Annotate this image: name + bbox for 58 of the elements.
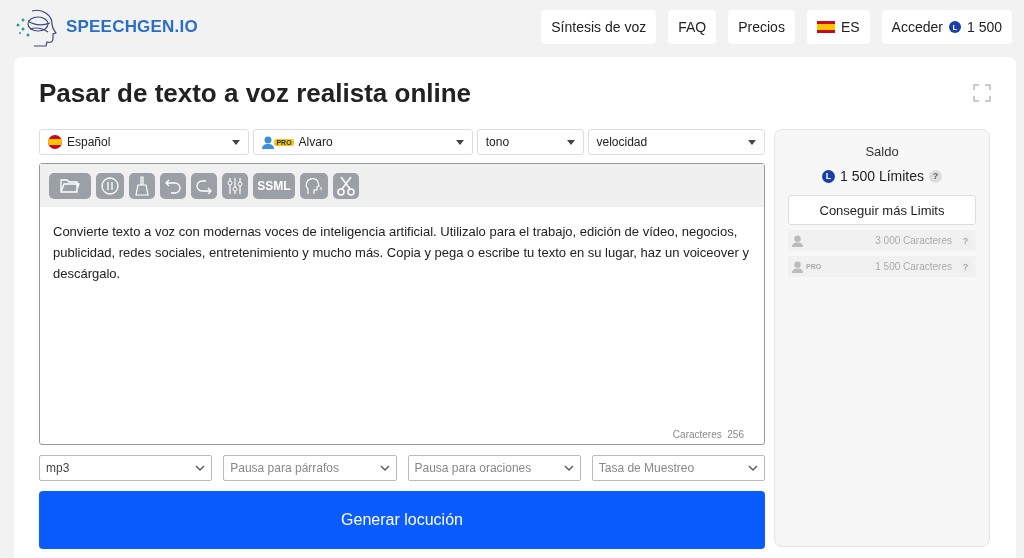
dropdown[interactable]: Tasa de Muestreo <box>591 455 765 481</box>
dropdown[interactable]: tono <box>476 129 584 155</box>
text-editor[interactable] <box>39 163 765 445</box>
pause-icon <box>100 175 120 196</box>
chevron-icon <box>563 465 574 471</box>
person-icon <box>262 135 275 149</box>
broom-icon <box>134 175 150 196</box>
voice-button[interactable] <box>300 172 328 199</box>
character-limit: 1 500 Caracteres <box>874 261 952 272</box>
person-icon <box>792 234 803 247</box>
caret-icon <box>748 139 756 145</box>
editor-text: Convierte texto a voz con modernas voces de inteligencia artificial. Utilizalo para el trabajo, edición de vídeo, negocios, publicidad, redes sociales, entretenimiento y mucho más. Copia y pega o escribe tu texto en su lugar, haz un voiceover y descárgalo. <box>52 223 750 283</box>
dropdown[interactable]: Pausa para párrafos <box>223 455 397 481</box>
redo-icon <box>196 177 212 194</box>
coin-amount: 1 500 <box>966 19 1002 35</box>
undo-icon <box>165 177 181 194</box>
nav-button[interactable]: FAQ <box>668 10 717 44</box>
clean-button[interactable] <box>129 172 155 199</box>
sliders-icon <box>227 176 243 195</box>
nav-button[interactable]: Acceder L 1 500 <box>881 10 1012 44</box>
chevron-icon <box>195 465 206 471</box>
logo-head-icon <box>14 7 60 47</box>
nav-button[interactable]: ES <box>806 10 870 44</box>
cut-button[interactable] <box>333 172 359 199</box>
fullscreen-icon[interactable] <box>973 84 991 102</box>
caret-icon <box>455 139 464 145</box>
help-icon[interactable]: ? <box>929 169 943 183</box>
dropdown[interactable]: velocidad <box>587 129 765 155</box>
person-icon <box>792 260 803 273</box>
folder-icon <box>60 177 80 194</box>
redo-button[interactable] <box>191 172 217 199</box>
nav-button[interactable]: Síntesis de voz <box>541 10 657 44</box>
generate-button[interactable]: Generar locución <box>39 491 765 549</box>
spain-flag-icon <box>48 135 62 149</box>
dropdown[interactable]: mp3 <box>39 455 213 481</box>
head-icon <box>304 175 324 196</box>
open-folder-button[interactable] <box>49 172 91 199</box>
coin-icon: L <box>821 169 835 183</box>
nav-button[interactable]: Precios <box>728 10 795 44</box>
undo-button[interactable] <box>160 172 186 199</box>
chevron-icon <box>748 465 758 471</box>
scissors-icon <box>337 175 355 196</box>
balance-amount: 1 500 Límites <box>839 168 925 184</box>
caret-icon <box>232 139 241 145</box>
spain-flag-icon <box>816 21 835 33</box>
dropdown[interactable]: Pausa para oraciones <box>407 455 581 481</box>
settings-button[interactable] <box>222 172 248 199</box>
caret-icon <box>566 139 575 145</box>
pause-button[interactable] <box>96 172 124 199</box>
logo-text[interactable]: SPEECHGEN.IO <box>66 17 198 37</box>
page-title: Pasar de texto a voz realista online <box>39 77 472 109</box>
character-counter: Caracteres 256 <box>672 429 744 440</box>
chevron-icon <box>379 465 390 471</box>
character-limit: 3 000 Caracteres <box>874 235 952 246</box>
get-more-button[interactable]: Conseguir más Limits <box>788 195 976 225</box>
coin-icon: L <box>948 21 961 33</box>
dropdown[interactable]: Español <box>39 129 250 155</box>
balance-title: Saldo <box>864 144 900 159</box>
